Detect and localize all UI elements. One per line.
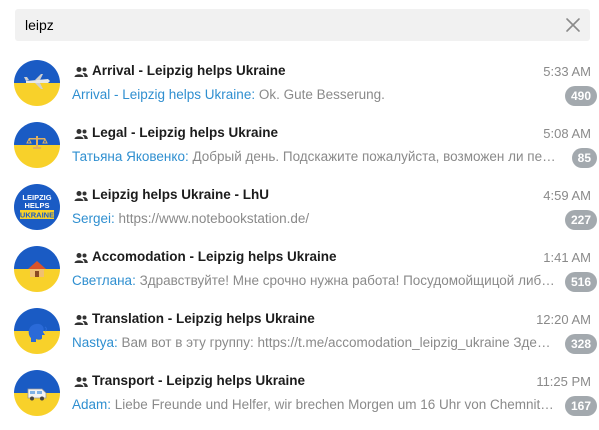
unread-badge: 167	[564, 396, 597, 416]
unread-badge: 490	[564, 86, 597, 106]
unread-badge: 516	[564, 272, 597, 292]
plane-icon	[14, 60, 60, 106]
chat-preview: Светлана: Здравствуйте! Мне срочно нужна…	[72, 273, 557, 288]
sender-name: Татьяна Яковенко:	[72, 149, 189, 164]
group-icon	[74, 189, 88, 201]
chat-item-transport[interactable]: Transport - Leipzig helps Ukraine 11:25 …	[0, 362, 599, 424]
chat-title: Leipzig helps Ukraine - LhU	[92, 187, 270, 202]
group-icon	[74, 375, 88, 387]
chat-title: Legal - Leipzig helps Ukraine	[92, 125, 279, 140]
avatar	[14, 308, 60, 354]
avatar	[14, 246, 60, 292]
chat-item-accomodation[interactable]: Accomodation - Leipzig helps Ukraine 1:4…	[0, 238, 599, 300]
group-icon	[74, 65, 88, 77]
chat-title: Translation - Leipzig helps Ukraine	[92, 311, 315, 326]
message-text: Liebe Freunde und Helfer, wir brechen Mo…	[111, 397, 557, 412]
chat-item-lhu[interactable]: LEIPZIG HELPS UKRAINE Leipzig helps Ukra…	[0, 176, 599, 238]
unread-badge: 85	[571, 148, 597, 168]
sender-name: Arrival - Leipzig helps Ukraine:	[72, 87, 256, 102]
unread-badge: 328	[564, 334, 597, 354]
chat-title: Transport - Leipzig helps Ukraine	[92, 373, 306, 388]
chat-time: 1:41 AM	[543, 250, 591, 265]
chat-item-arrival[interactable]: Arrival - Leipzig helps Ukraine 5:33 AM …	[0, 52, 599, 114]
search-input[interactable]	[25, 9, 545, 41]
chat-item-legal[interactable]: Legal - Leipzig helps Ukraine 5:08 AM Та…	[0, 114, 599, 176]
group-icon	[74, 127, 88, 139]
unread-badge: 227	[564, 210, 597, 230]
message-text: Здравствуйте! Мне срочно нужна работа! П…	[135, 273, 557, 288]
message-text: Вам вот в эту группу: https://t.me/accom…	[117, 335, 557, 350]
scales-icon	[14, 122, 60, 168]
avatar	[14, 60, 60, 106]
lhu-logo: LEIPZIG HELPS UKRAINE	[14, 184, 60, 230]
chat-preview: Nastya: Вам вот в эту группу: https://t.…	[72, 335, 557, 350]
chat-time: 5:33 AM	[543, 64, 591, 79]
chat-title: Arrival - Leipzig helps Ukraine	[92, 63, 286, 78]
avatar	[14, 122, 60, 168]
avatar	[14, 370, 60, 416]
chat-title: Accomodation - Leipzig helps Ukraine	[92, 249, 337, 264]
chat-time: 5:08 AM	[543, 126, 591, 141]
chat-item-translation[interactable]: Translation - Leipzig helps Ukraine 12:2…	[0, 300, 599, 362]
chat-preview: Arrival - Leipzig helps Ukraine: Ok. Gut…	[72, 87, 557, 102]
chat-time: 4:59 AM	[543, 188, 591, 203]
group-icon	[74, 313, 88, 325]
house-icon	[14, 246, 60, 292]
logo-line-2: HELPS	[24, 201, 49, 210]
speaking-head-icon	[14, 308, 60, 354]
van-icon	[14, 370, 60, 416]
sender-name: Nastya:	[72, 335, 118, 350]
chat-preview: Sergei: https://www.notebookstation.de/	[72, 211, 557, 226]
chat-preview: Татьяна Яковенко: Добрый день. Подскажит…	[72, 149, 557, 164]
chat-preview: Adam: Liebe Freunde und Helfer, wir brec…	[72, 397, 557, 412]
avatar: LEIPZIG HELPS UKRAINE	[14, 184, 60, 230]
search-bar	[15, 9, 590, 41]
chat-time: 12:20 AM	[536, 312, 591, 327]
message-text: Ok. Gute Besserung.	[255, 87, 385, 102]
message-text: Добрый день. Подскажите пожалуйста, возм…	[188, 149, 557, 164]
chat-time: 11:25 PM	[536, 374, 591, 389]
sender-name: Sergei:	[72, 211, 115, 226]
group-icon	[74, 251, 88, 263]
sender-name: Adam:	[72, 397, 112, 412]
logo-line-3: UKRAINE	[20, 211, 54, 220]
close-icon[interactable]	[564, 16, 582, 34]
sender-name: Светлана:	[72, 273, 136, 288]
message-text: https://www.notebookstation.de/	[114, 211, 310, 226]
chat-list: Arrival - Leipzig helps Ukraine 5:33 AM …	[0, 52, 599, 424]
